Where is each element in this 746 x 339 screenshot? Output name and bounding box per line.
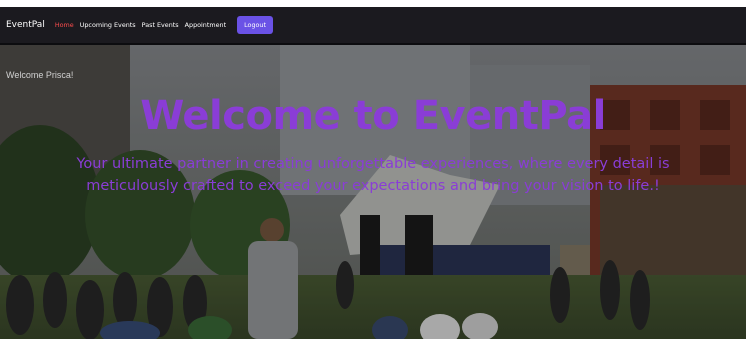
logout-button[interactable]: Logout: [237, 16, 273, 34]
navbar: EventPal Home Upcoming Events Past Event…: [0, 7, 746, 45]
welcome-user-text: Welcome Prisca!: [6, 70, 74, 80]
brand-logo[interactable]: EventPal: [6, 20, 45, 30]
nav-link-upcoming-events[interactable]: Upcoming Events: [80, 21, 136, 29]
hero-section: Welcome Prisca! Welcome to EventPal Your…: [0, 45, 746, 339]
top-strip: [0, 0, 746, 7]
nav-link-past-events[interactable]: Past Events: [142, 21, 179, 29]
nav-link-home[interactable]: Home: [55, 21, 74, 29]
hero-subtitle: Your ultimate partner in creating unforg…: [76, 156, 670, 194]
page: EventPal Home Upcoming Events Past Event…: [0, 0, 746, 339]
nav-link-appointment[interactable]: Appointment: [185, 21, 226, 29]
hero-title: Welcome to EventPal: [140, 93, 606, 139]
